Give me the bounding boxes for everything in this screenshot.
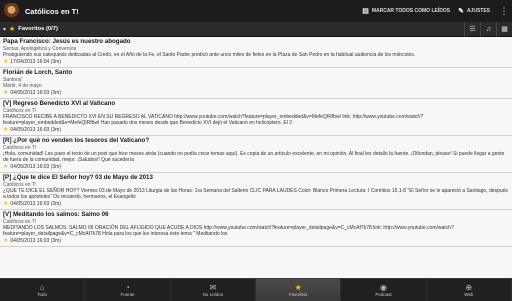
item-meta: ★ 04/05/2013 16:03 (3m) — [3, 201, 509, 207]
favorite-star-icon[interactable]: ★ — [3, 127, 8, 133]
mark-read-icon: ▤ — [362, 8, 369, 15]
item-summary: MEDITANDO LOS SALMOS: SALMO 06 ORACIÓN D… — [3, 225, 454, 237]
item-date: 17/04/2013 16:04 (3m) — [10, 59, 61, 65]
item-title: [V] Regresó Benedicto XVI al Vaticano — [3, 100, 116, 107]
item-date: 04/05/2013 16:03 (3m) — [10, 164, 61, 170]
item-date: 04/05/2013 16:03 (3m) — [10, 90, 61, 96]
star-icon: ★ — [294, 282, 302, 292]
overflow-menu-icon[interactable]: ⋮ — [498, 6, 510, 16]
settings-label: AJUSTES — [466, 8, 490, 14]
item-date: 04/05/2013 16:03 (3m) — [10, 127, 61, 133]
list-item[interactable]: Papa Francisco: Jesús es nuestro abogado… — [0, 37, 512, 68]
item-meta: ★ 04/05/2013 16:03 (3m) — [3, 90, 509, 96]
list-item[interactable]: [P] ¿Que te dice El Señor hoy? 03 de May… — [0, 173, 512, 210]
item-summary: ¿QUE TE DICE EL SEÑOR HOY? Viernes 03 de… — [3, 188, 508, 200]
item-date: 04/05/2013 16:03 (3m) — [10, 201, 61, 207]
settings-button[interactable]: ✎ AJUSTES — [458, 7, 490, 15]
grid-view-icon: ▦ — [501, 26, 508, 33]
tab-fuente[interactable]: ◔ Fuente — [85, 279, 171, 301]
unread-icon: ✉ — [209, 282, 217, 292]
item-meta: ★ 04/05/2013 16:03 (3m) — [3, 164, 509, 170]
item-title: Papa Francisco: Jesús es nuestro abogado — [3, 38, 131, 45]
item-title: [V] Meditando los salmos: Salmo 06 — [3, 211, 109, 218]
home-icon: ⌂ — [39, 282, 45, 292]
rss-icon: ◔ — [125, 282, 130, 292]
tab-todo[interactable]: ⌂ Todo — [0, 279, 86, 301]
favorite-star-icon[interactable]: ★ — [3, 201, 8, 207]
globe-icon: ⊕ — [465, 282, 473, 292]
tab-podcast[interactable]: ◉ Podcast — [341, 279, 427, 301]
view-list-button[interactable]: ☰ — [464, 21, 480, 37]
item-summary: ¡Hola, comunidad! Les paso el texto de u… — [3, 151, 505, 163]
tab-web[interactable]: ⊕ Web — [427, 279, 512, 301]
tab-label: Web — [464, 291, 474, 297]
tab-no-leidos[interactable]: ✉ No Leídos — [171, 279, 256, 301]
list-item[interactable]: Florián de Lorch, Santo Santoral Mártir,… — [0, 68, 512, 99]
list-item[interactable]: [R] ¿Por qué no venden los tesoros del V… — [0, 136, 512, 173]
item-title: [R] ¿Por qué no venden los tesoros del V… — [3, 137, 150, 144]
section-title: Favoritos (0/7) — [18, 26, 58, 32]
item-meta: ★ 04/05/2013 16:03 (3m) — [3, 127, 509, 133]
tab-favoritos[interactable]: ★ Favoritos — [255, 279, 342, 301]
action-bar: Católicos en T! ▤ MARCAR TODOS COMO LEÍD… — [0, 0, 512, 22]
favorite-star-icon[interactable]: ★ — [3, 59, 8, 65]
music-note-icon: ♫ — [485, 25, 492, 33]
item-date: 04/05/2013 16:03 (3m) — [10, 238, 61, 244]
favorite-star-icon[interactable]: ★ — [3, 238, 8, 244]
music-button[interactable]: ♫ — [480, 21, 496, 37]
mark-all-read-label: MARCAR TODOS COMO LEÍDOS — [371, 8, 451, 14]
mark-all-read-button[interactable]: ▤ MARCAR TODOS COMO LEÍDOS — [362, 7, 450, 15]
item-subtitle: Mártir, 4 de mayo — [3, 83, 42, 89]
feed-list[interactable]: Papa Francisco: Jesús es nuestro abogado… — [0, 37, 512, 278]
favorite-star-icon[interactable]: ★ — [3, 164, 8, 170]
podcast-icon: ◉ — [379, 282, 387, 292]
tab-label: Fuente — [120, 291, 135, 297]
item-title: [P] ¿Que te dice El Señor hoy? 03 de May… — [3, 174, 153, 181]
item-summary: Prosiguiendo sus catequesis dedicadas al… — [3, 52, 416, 58]
grid-view-button[interactable]: ▦ — [496, 21, 512, 37]
list-view-icon: ☰ — [469, 26, 476, 33]
app-title: Católicos en T! — [25, 6, 79, 16]
list-item[interactable]: [V] Regresó Benedicto XVI al Vaticano Ca… — [0, 99, 512, 136]
tab-label: Favoritos — [288, 291, 308, 297]
settings-icon: ✎ — [458, 8, 464, 15]
item-summary: FRANCISCO RECIBE A BENEDICTO XVI EN SU R… — [3, 114, 423, 126]
app-logo-icon[interactable] — [3, 2, 20, 20]
item-title: Florián de Lorch, Santo — [3, 69, 73, 76]
favorites-star-icon: ★ — [9, 26, 16, 33]
collapse-chevron-icon[interactable]: ▾ — [3, 26, 6, 33]
favorite-star-icon[interactable]: ★ — [3, 90, 8, 96]
section-header: ▾ ★ Favoritos (0/7) ☰ ♫ ▦ — [0, 21, 512, 37]
item-meta: ★ 17/04/2013 16:04 (3m) — [3, 59, 509, 65]
tab-label: No Leídos — [202, 291, 224, 297]
item-meta: ★ 04/05/2013 16:03 (3m) — [3, 238, 509, 244]
list-item[interactable]: [V] Meditando los salmos: Salmo 06 Catól… — [0, 210, 512, 247]
tab-label: Todo — [37, 291, 48, 297]
tab-label: Podcast — [375, 291, 392, 297]
bottom-tab-bar: ⌂ Todo ◔ Fuente ✉ No Leídos ★ Favoritos … — [0, 278, 512, 301]
